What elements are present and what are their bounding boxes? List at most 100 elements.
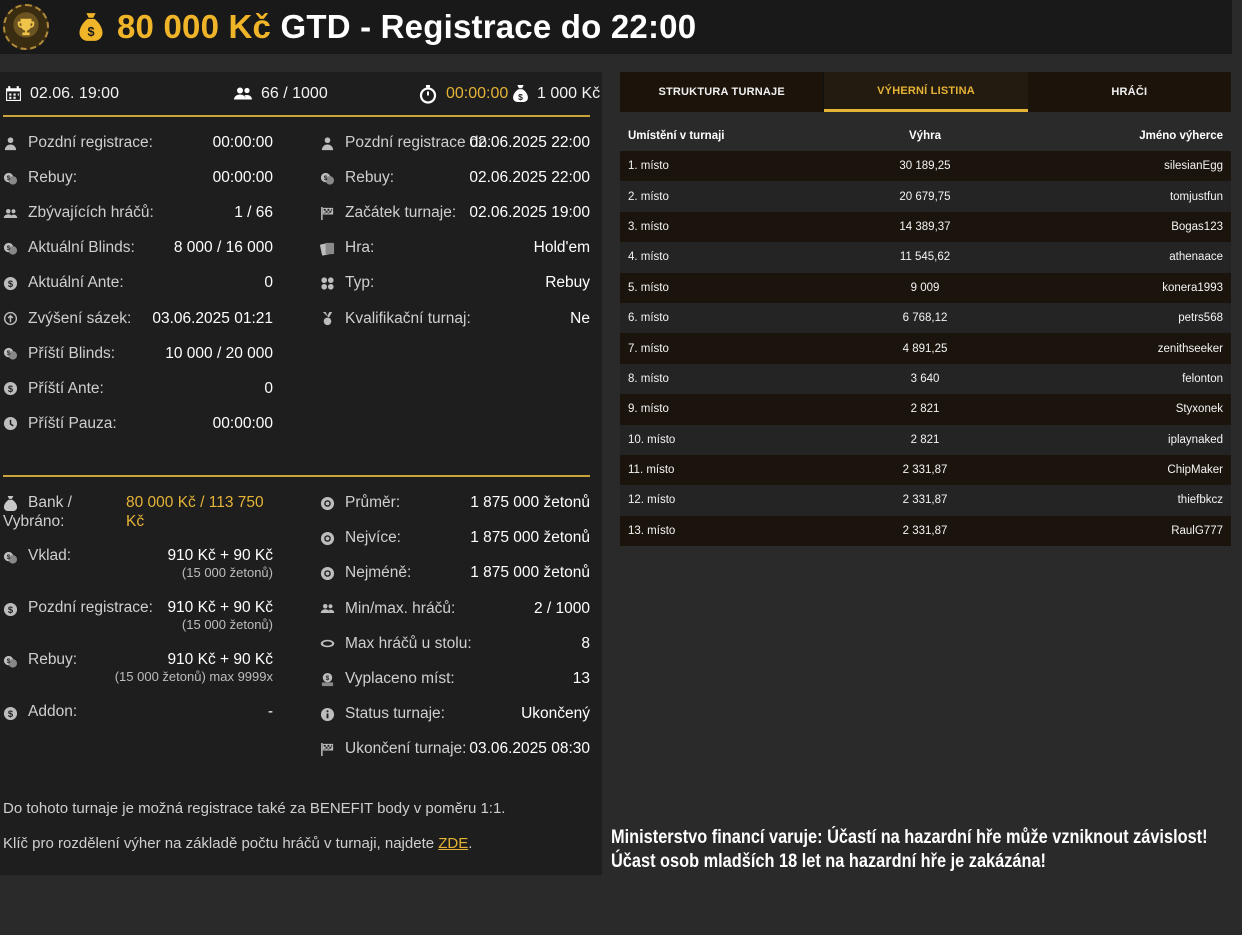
info-row: Kvalifikační turnaj: Ne	[320, 308, 590, 330]
winner-cell: Bogas123	[1020, 211, 1231, 243]
table-icon	[320, 636, 335, 651]
prize-cell: 9 009	[830, 272, 1020, 303]
info-value: 8 000 / 16 000	[173, 239, 273, 257]
payout-key-link[interactable]: ZDE	[438, 835, 468, 852]
place-cell: 9. místo	[620, 394, 830, 425]
person-icon	[320, 136, 335, 151]
info-row: Status turnaje: Ukončený	[320, 703, 590, 725]
prize-cell: 2 331,87	[830, 454, 1020, 486]
bank-label: Bank / Vybráno:	[3, 493, 72, 531]
info-row: $ Rebuy: 00:00:00	[3, 167, 273, 189]
summary-date-value: 02.06. 19:00	[30, 84, 119, 102]
info-row: Zvýšení sázek: 03.06.2025 01:21	[3, 308, 273, 330]
info-value: 00:00:00	[212, 134, 273, 151]
info-icon	[320, 707, 335, 722]
info-value: 1 875 000 žetonů	[470, 494, 590, 511]
winner-cell: Styxonek	[1020, 394, 1231, 425]
payout-key-end: .	[468, 835, 473, 852]
bank-value-line1: 80 000 Kč / 113 750	[126, 494, 264, 511]
table-row: 7. místo 4 891,25 zenithseeker	[620, 333, 1231, 364]
table-header-row: Umístění v turnaji Výhra Jméno výherce	[620, 121, 1231, 151]
place-cell: 6. místo	[620, 302, 830, 334]
info-value: 1 / 66	[234, 204, 273, 222]
info-row: $ Vyplaceno míst: 13	[320, 668, 590, 690]
svg-text:$: $	[7, 175, 11, 182]
prize-cell: 3 640	[830, 363, 1020, 395]
table-row: 8. místo 3 640 felonton	[620, 363, 1231, 395]
info-row: Ukončení turnaje: 03.06.2025 08:30	[320, 738, 590, 760]
info-row: Max hráčů u stolu: 8	[320, 633, 590, 655]
place-cell: 11. místo	[620, 454, 830, 486]
place-cell: 13. místo	[620, 515, 830, 547]
info-value: 1 875 000 žetonů	[470, 564, 590, 582]
info-value: 13	[572, 670, 590, 687]
info-label: Min/max. hráčů:	[345, 599, 456, 617]
info-label: Nejméně:	[345, 564, 412, 582]
coins-icon: $	[3, 654, 18, 669]
winner-cell: tomjustfun	[1020, 181, 1231, 212]
info-label: Zbývajících hráčů:	[28, 204, 154, 222]
col-header-winner[interactable]: Jméno výherce	[1020, 121, 1231, 151]
fee-amount: -	[267, 703, 273, 720]
fee-row: $ Vklad: 910 Kč + 90 Kč (15 000 žetonů)	[3, 547, 273, 587]
winner-cell: athenaace	[1020, 242, 1231, 273]
prize-cell: 6 768,12	[830, 302, 1020, 334]
clock-up-icon	[3, 311, 18, 326]
title-text: GTD - Registrace do 22:00	[271, 8, 697, 45]
bank-value-line2: Kč	[126, 513, 145, 530]
fee-row: $ Pozdní registrace: 910 Kč + 90 Kč (15 000…	[3, 599, 273, 639]
info-row: $ Příští Ante: 0	[3, 378, 273, 400]
money-bag-icon: $	[512, 85, 529, 102]
tab-bar: STRUKTURA TURNAJE VÝHERNÍ LISTINA HRÁČI	[620, 72, 1231, 112]
info-label: Max hráčů u stolu:	[345, 634, 472, 652]
coins-icon: $	[3, 346, 18, 361]
calendar-icon	[5, 85, 22, 102]
payout-table: Umístění v turnaji Výhra Jméno výherce 1…	[620, 121, 1231, 547]
bank-label-line1: Bank /	[28, 494, 72, 511]
fee-chips: (15 000 žetonů)	[181, 617, 273, 632]
info-label: Kvalifikační turnaj:	[345, 309, 471, 327]
info-label: Status turnaje:	[345, 705, 445, 723]
trophy-logo-icon[interactable]	[3, 4, 49, 50]
tab-payouts[interactable]: VÝHERNÍ LISTINA	[824, 72, 1028, 112]
winner-cell: thiefbkcz	[1020, 485, 1231, 516]
svg-text:$: $	[324, 175, 328, 182]
info-value: 2 / 1000	[533, 599, 590, 617]
tab-players[interactable]: HRÁČI	[1028, 72, 1231, 112]
info-row: Začátek turnaje: 02.06.2025 19:00	[320, 202, 590, 224]
winner-cell: ChipMaker	[1020, 454, 1231, 486]
info-label: Nejvíce:	[345, 529, 401, 547]
place-cell: 12. místo	[620, 485, 830, 516]
clock-icon	[3, 416, 18, 431]
fee-label: Rebuy:	[28, 651, 78, 668]
header-bar: $ 80 000 Kč GTD - Registrace do 22:00	[0, 0, 1232, 54]
info-row: $ Příští Blinds: 10 000 / 20 000	[3, 343, 273, 365]
info-row: Zbývajících hráčů: 1 / 66	[3, 202, 273, 224]
person-icon	[3, 136, 18, 151]
col-header-prize[interactable]: Výhra	[830, 121, 1020, 151]
fee-chips: (15 000 žetonů) max 9999x	[114, 669, 273, 684]
svg-text:$: $	[7, 245, 11, 252]
fee-amount: 910 Kč + 90 Kč	[167, 651, 273, 668]
fee-row: $ Addon: -	[3, 703, 273, 743]
tab-structure[interactable]: STRUKTURA TURNAJE	[620, 72, 825, 112]
col-header-place[interactable]: Umístění v turnaji	[620, 121, 830, 151]
info-label: Začátek turnaje:	[345, 204, 457, 222]
info-value: Ne	[570, 309, 590, 327]
fee-label: Vklad:	[28, 547, 72, 564]
winner-cell: petrs568	[1020, 302, 1231, 334]
benefit-note: Do tohoto turnaje je možná registrace ta…	[3, 800, 506, 817]
prize-cell: 4 891,25	[830, 333, 1020, 364]
svg-text:$: $	[8, 279, 14, 289]
info-row: $ Aktuální Blinds: 8 000 / 16 000	[3, 237, 273, 259]
bank-label-line2: Vybráno:	[3, 513, 65, 530]
fee-chips: (15 000 žetonů)	[181, 565, 273, 580]
fee-amount: 910 Kč + 90 Kč	[167, 599, 273, 616]
info-label: Příští Pauza:	[28, 414, 117, 432]
place-cell: 5. místo	[620, 272, 830, 303]
info-row: Min/max. hráčů: 2 / 1000	[320, 598, 590, 620]
info-label: Rebuy:	[28, 169, 78, 187]
summary-buyin: $ 1 000 Kč	[512, 85, 600, 103]
summary-date: 02.06. 19:00	[5, 85, 119, 103]
info-row: $ Rebuy: 02.06.2025 22:00	[320, 167, 590, 189]
